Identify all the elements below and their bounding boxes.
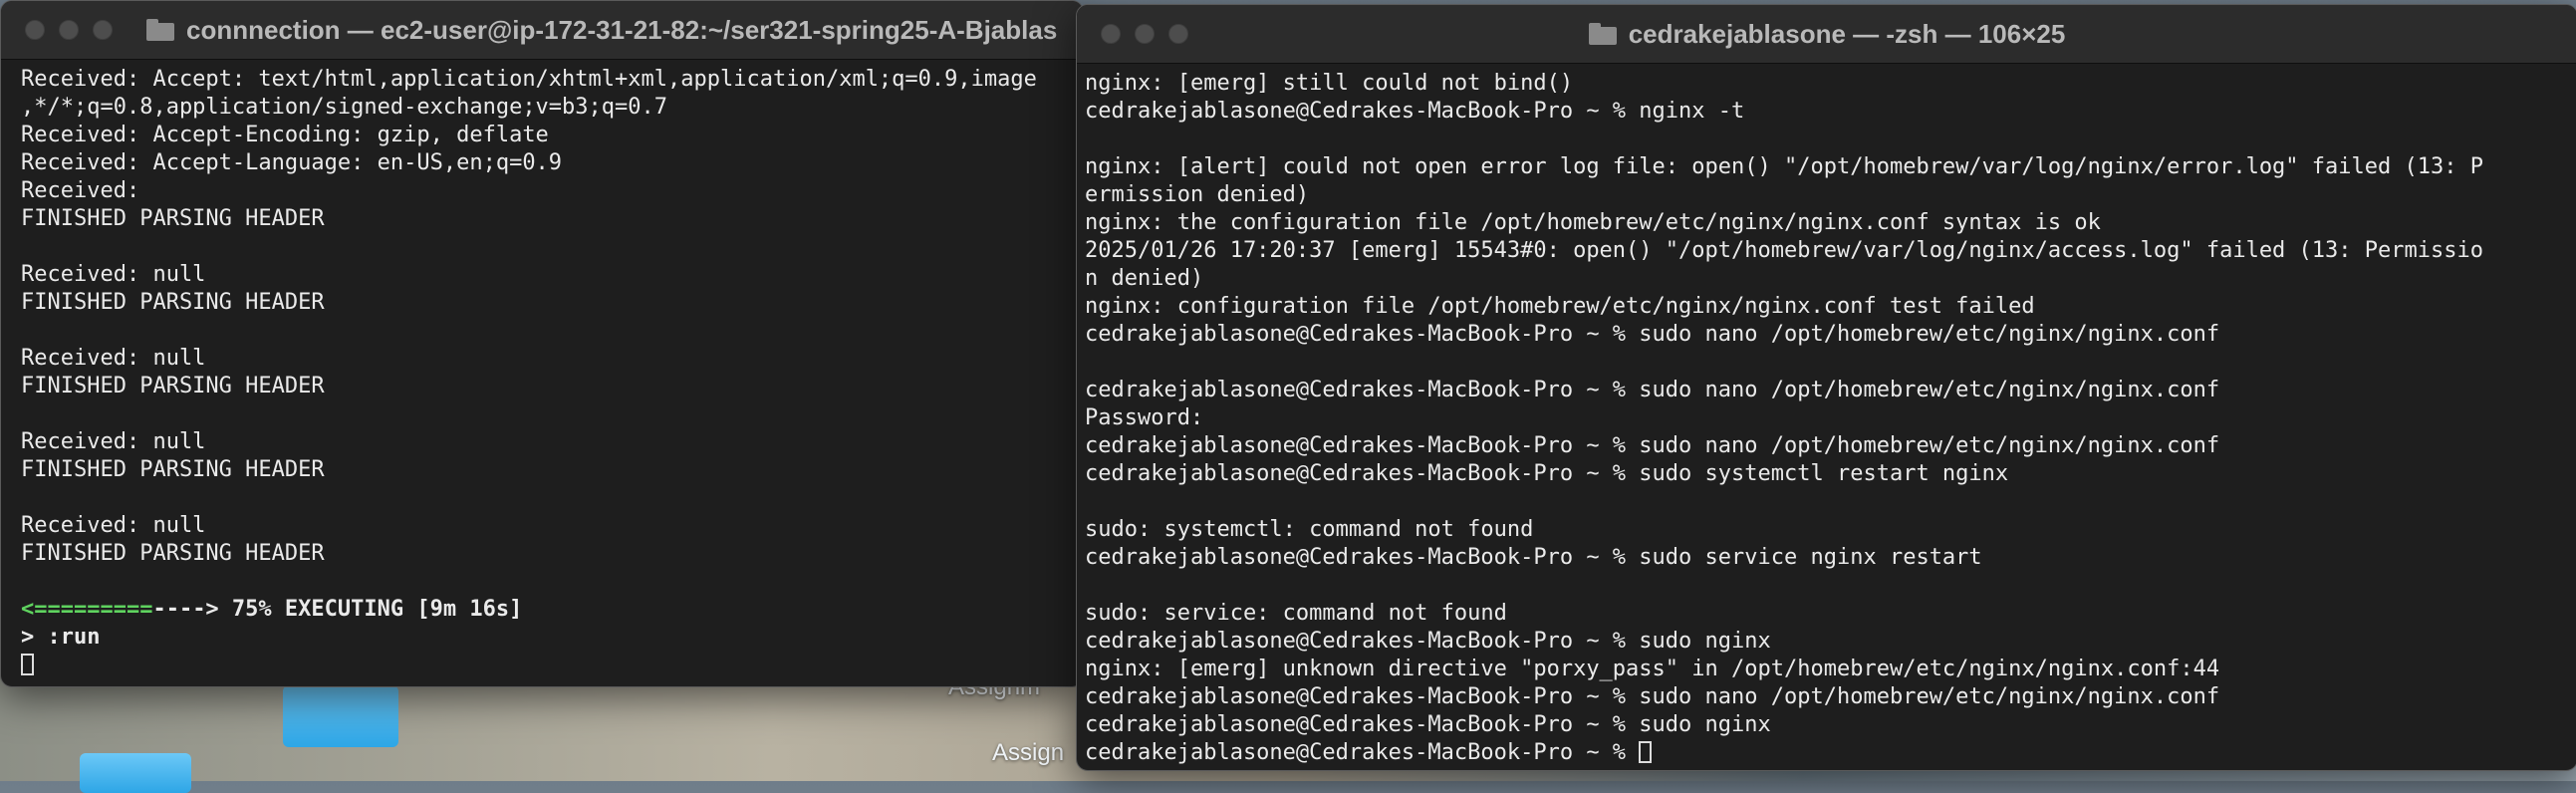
window-title-text: connnection — ec2-user@ip-172-31-21-82:~… (186, 14, 1058, 45)
cursor-line[interactable] (21, 652, 1083, 679)
shell-prompt: cedrakejablasone@Cedrakes-MacBook-Pro ~ … (1085, 740, 1640, 765)
folder-icon (146, 19, 174, 41)
terminal-line: FINISHED PARSING HEADER (21, 541, 325, 566)
terminal-line: Received: null (21, 262, 206, 287)
terminal-line: FINISHED PARSING HEADER (21, 290, 325, 315)
terminal-line: nginx: [emerg] unknown directive "porxy_… (1085, 657, 2220, 681)
terminal-line: cedrakejablasone@Cedrakes-MacBook-Pro ~ … (1085, 545, 1982, 570)
folder-icon (1588, 23, 1617, 45)
window-controls (25, 20, 113, 40)
terminal-line: Received: Accept-Encoding: gzip, deflate (21, 123, 549, 147)
terminal-line: Received: Accept-Language: en-US,en;q=0.… (21, 150, 563, 175)
terminal-line: Received: Accept: text/html,application/… (21, 67, 1037, 92)
terminal-line: ermission denied) (1085, 182, 1310, 207)
terminal-output[interactable]: Received: Accept: text/html,application/… (1, 60, 1083, 679)
terminal-line: 2025/01/26 17:20:37 [emerg] 15543#0: ope… (1085, 238, 2483, 263)
progress-status: ----> 75% EXECUTING [9m 16s] (152, 597, 523, 622)
terminal-window-connection[interactable]: connnection — ec2-user@ip-172-31-21-82:~… (0, 0, 1084, 687)
gradle-task-line: > :run (21, 625, 101, 650)
terminal-line: sudo: service: command not found (1085, 601, 1507, 626)
terminal-line: n denied) (1085, 266, 1204, 291)
text-cursor (1639, 741, 1653, 763)
desktop-folder-icon[interactable] (80, 753, 191, 793)
terminal-line: cedrakejablasone@Cedrakes-MacBook-Pro ~ … (1085, 684, 2220, 709)
terminal-line: cedrakejablasone@Cedrakes-MacBook-Pro ~ … (1085, 378, 2220, 402)
desktop-item-label[interactable]: Assign (992, 739, 1064, 767)
terminal-line: FINISHED PARSING HEADER (21, 206, 325, 231)
window-titlebar[interactable]: connnection — ec2-user@ip-172-31-21-82:~… (1, 1, 1083, 60)
terminal-line: cedrakejablasone@Cedrakes-MacBook-Pro ~ … (1085, 629, 1771, 654)
terminal-line: cedrakejablasone@Cedrakes-MacBook-Pro ~ … (1085, 461, 2009, 486)
terminal-output[interactable]: nginx: [emerg] still could not bind() ce… (1077, 64, 2576, 767)
window-titlebar[interactable]: cedrakejablasone — -zsh — 106×25 (1077, 5, 2576, 64)
gradle-progress-line: <=========----> 75% EXECUTING [9m 16s] (21, 596, 1083, 624)
terminal-line: cedrakejablasone@Cedrakes-MacBook-Pro ~ … (1085, 712, 1771, 737)
terminal-line: cedrakejablasone@Cedrakes-MacBook-Pro ~ … (1085, 433, 2220, 458)
minimize-button[interactable] (59, 20, 79, 40)
terminal-line: cedrakejablasone@Cedrakes-MacBook-Pro ~ … (1085, 322, 2220, 347)
terminal-window-zsh[interactable]: cedrakejablasone — -zsh — 106×25 nginx: … (1076, 4, 2576, 771)
text-cursor (21, 654, 34, 675)
window-title: connnection — ec2-user@ip-172-31-21-82:~… (146, 1, 1057, 59)
close-button[interactable] (25, 20, 45, 40)
terminal-line: nginx: [emerg] still could not bind() (1085, 71, 1574, 96)
terminal-line: sudo: systemctl: command not found (1085, 517, 1534, 542)
terminal-line: Received: null (21, 346, 206, 371)
terminal-line: FINISHED PARSING HEADER (21, 457, 325, 482)
terminal-line: Password: (1085, 405, 1204, 430)
desktop-folder-icon[interactable] (283, 685, 398, 747)
window-title: cedrakejablasone — -zsh — 106×25 (1077, 5, 2576, 63)
terminal-line: nginx: configuration file /opt/homebrew/… (1085, 294, 2035, 319)
terminal-line: Received: (21, 178, 140, 203)
terminal-line: Received: null (21, 429, 206, 454)
progress-bar-done: <========= (21, 597, 153, 622)
terminal-line: FINISHED PARSING HEADER (21, 374, 325, 398)
terminal-line: cedrakejablasone@Cedrakes-MacBook-Pro ~ … (1085, 99, 1745, 124)
prompt-line[interactable]: cedrakejablasone@Cedrakes-MacBook-Pro ~ … (1085, 739, 2576, 767)
terminal-line: nginx: the configuration file /opt/homeb… (1085, 210, 2101, 235)
terminal-line: nginx: [alert] could not open error log … (1085, 154, 2483, 179)
zoom-button[interactable] (93, 20, 113, 40)
terminal-line: Received: null (21, 513, 206, 538)
terminal-line: ,*/*;q=0.8,application/signed-exchange;v… (21, 95, 668, 120)
window-title-text: cedrakejablasone — -zsh — 106×25 (1628, 18, 2066, 49)
